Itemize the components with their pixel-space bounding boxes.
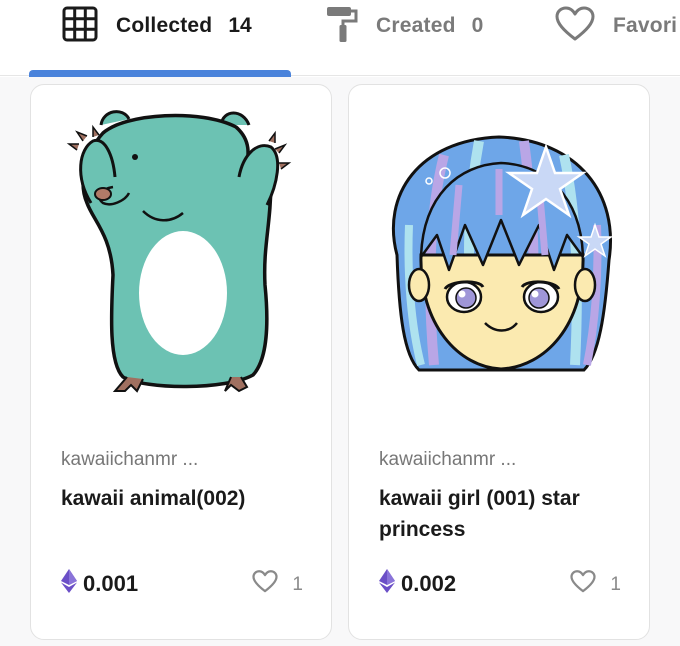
tab-created[interactable]: Created 0 <box>326 0 483 52</box>
creator-name[interactable]: kawaiichanmr ... <box>61 449 198 471</box>
price: 0.001 <box>61 569 138 599</box>
tab-collected-count: 14 <box>228 14 252 37</box>
likes[interactable]: 1 <box>252 570 303 599</box>
grid-icon <box>62 6 98 47</box>
likes-count: 1 <box>610 573 621 595</box>
active-tab-indicator <box>29 70 291 77</box>
tab-favorites[interactable]: Favori <box>555 0 677 52</box>
tab-created-label: Created <box>376 14 456 37</box>
heart-icon[interactable] <box>570 570 597 599</box>
teal-bear-illustration <box>66 110 292 393</box>
profile-tabs: Collected 14 Created 0 Favori <box>0 0 680 77</box>
tab-collected[interactable]: Collected 14 <box>62 0 252 52</box>
nft-card[interactable]: kawaiichanmr ... kawaii animal(002) 0.00… <box>30 84 332 640</box>
heart-icon <box>555 6 595 47</box>
ethereum-icon <box>61 569 77 599</box>
likes-count: 1 <box>292 573 303 595</box>
paint-roller-icon <box>326 4 358 49</box>
tab-created-count: 0 <box>471 14 484 37</box>
nft-title[interactable]: kawaii girl (001) star princess <box>379 483 629 545</box>
creator-name[interactable]: kawaiichanmr ... <box>379 449 516 471</box>
tab-favorites-label: Favori <box>613 14 678 37</box>
price-value: 0.001 <box>83 571 139 596</box>
nft-title[interactable]: kawaii animal(002) <box>61 483 311 514</box>
price-value: 0.002 <box>401 571 457 596</box>
nft-card[interactable]: kawaiichanmr ... kawaii girl (001) star … <box>348 84 650 640</box>
tab-collected-label: Collected <box>116 14 213 37</box>
likes[interactable]: 1 <box>570 570 621 599</box>
blue-haired-girl-illustration <box>391 135 614 372</box>
heart-icon[interactable] <box>252 570 279 599</box>
price: 0.002 <box>379 569 456 599</box>
ethereum-icon <box>379 569 395 599</box>
